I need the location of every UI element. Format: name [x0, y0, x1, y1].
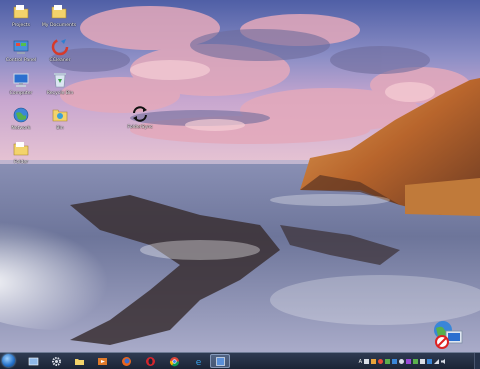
- internet-explorer-icon: e: [195, 358, 201, 367]
- svg-text:e: e: [195, 358, 201, 367]
- show-desktop-button[interactable]: [474, 353, 480, 369]
- taskbar-ie-button[interactable]: e: [190, 354, 206, 368]
- firefox-icon: [121, 356, 131, 366]
- gear-icon: [51, 356, 61, 366]
- tray-icon[interactable]: [399, 359, 404, 364]
- tray-icon[interactable]: [427, 359, 432, 364]
- folder-icon: [13, 5, 29, 19]
- taskbar-media-button[interactable]: [94, 354, 110, 368]
- tray-icon[interactable]: [406, 359, 411, 364]
- desktop-icon-projects[interactable]: Projects: [1, 2, 41, 42]
- taskbar-firefox-button[interactable]: [118, 354, 134, 368]
- desktop-icon-label: Bin: [56, 126, 64, 131]
- folder-icon: [51, 5, 67, 19]
- tray-icon[interactable]: [413, 359, 418, 364]
- media-player-icon: [97, 357, 107, 365]
- desktop[interactable]: Projects My Documents Control Panel CCle…: [0, 0, 480, 352]
- start-button[interactable]: [2, 354, 15, 367]
- taskbar-active-app-button[interactable]: [210, 354, 230, 368]
- ime-indicator[interactable]: A: [359, 359, 362, 365]
- network-icon: [13, 107, 29, 123]
- desktop-icon-label: FolderSync: [127, 125, 153, 130]
- desktop-icon-label: My Documents: [41, 23, 77, 28]
- folder-icon: [74, 358, 84, 365]
- tray-icon[interactable]: [378, 359, 383, 364]
- control-panel-icon: [13, 40, 29, 54]
- ccleaner-icon: [51, 38, 69, 56]
- desktop-icon-computer[interactable]: Computer: [1, 70, 41, 110]
- desktop-icon-label: Control Panel: [5, 58, 37, 63]
- network-tray-icon[interactable]: [434, 359, 439, 364]
- volume-icon[interactable]: [441, 359, 446, 364]
- sync-icon: [133, 106, 147, 122]
- recycle-bin-icon: [54, 73, 66, 88]
- desktop-icon-label: CCleaner: [49, 58, 71, 63]
- desktop-icon-folder[interactable]: Folder: [1, 139, 41, 179]
- folder-icon: [52, 109, 68, 122]
- window-icon: [28, 357, 38, 365]
- desktop-icon-label: Folder: [13, 160, 29, 165]
- system-tray: A: [359, 356, 446, 367]
- tray-icon[interactable]: [364, 359, 369, 364]
- taskbar-chrome-button[interactable]: [166, 354, 182, 368]
- chrome-icon: [169, 356, 179, 366]
- desktop-icon-recycle-bin[interactable]: Recycle Bin: [40, 70, 80, 110]
- desktop-icon-label: Projects: [11, 23, 31, 28]
- desktop-icon-label: Recycle Bin: [46, 91, 74, 96]
- desktop-icon-foldersync[interactable]: FolderSync: [120, 104, 160, 144]
- app-icon: [215, 356, 225, 366]
- tray-icon[interactable]: [385, 359, 390, 364]
- desktop-icon-bin[interactable]: Bin: [40, 105, 80, 145]
- network-status-icon[interactable]: [430, 318, 466, 350]
- taskbar-window-button[interactable]: [25, 354, 41, 368]
- opera-icon: [145, 356, 155, 366]
- computer-icon: [13, 73, 29, 87]
- taskbar-settings-button[interactable]: [48, 354, 64, 368]
- taskbar-explorer-button[interactable]: [71, 354, 87, 368]
- taskbar-opera-button[interactable]: [142, 354, 158, 368]
- tray-icon[interactable]: [392, 359, 397, 364]
- desktop-icon-label: Computer: [9, 91, 33, 96]
- tray-icon[interactable]: [371, 359, 376, 364]
- taskbar: e A: [0, 352, 480, 369]
- folder-icon: [13, 142, 29, 156]
- tray-icon[interactable]: [420, 359, 425, 364]
- desktop-icon-documents[interactable]: My Documents: [39, 2, 79, 42]
- desktop-icon-label: Network: [11, 126, 31, 131]
